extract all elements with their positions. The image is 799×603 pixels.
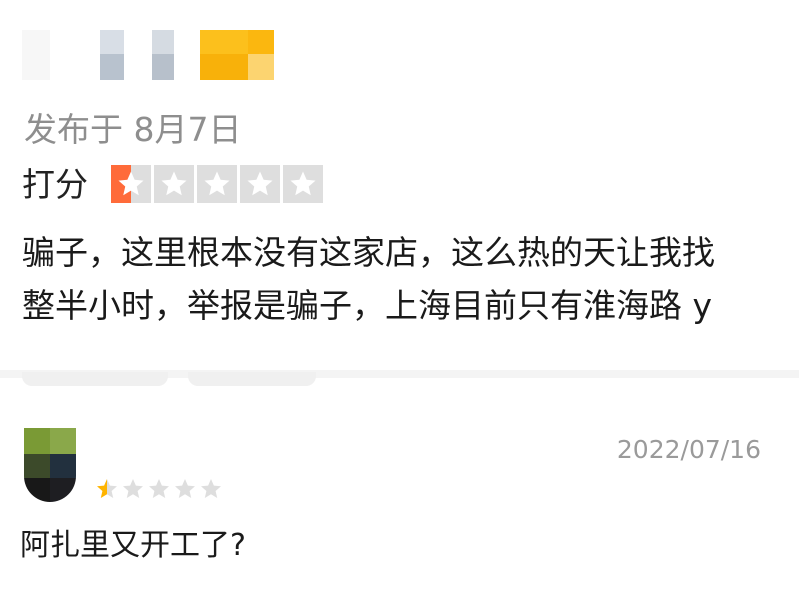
review-published-date: 发布于 8月7日 [24,110,242,149]
star-icon [283,165,323,203]
review-text: 阿扎里又开工了? [20,528,246,563]
star-icon [111,165,151,203]
star-icon [197,165,237,203]
review-text-line: 骗子，这里根本没有这家店，这么热的天让我找 [22,233,715,272]
review-text-line: 整半小时，举报是骗子，上海目前只有淮海路 y [22,286,713,325]
blurred-username [22,30,282,82]
review-date: 2022/07/16 [616,435,761,464]
rating-label: 打分 [22,165,88,204]
review-card-1: 发布于 8月7日 打分 骗子，这里根本没有这家店，这么热的天让我找 整半小时，举… [0,0,799,370]
star-icon [240,165,280,203]
star-icon [149,479,169,498]
rating-stars [95,477,223,501]
review-text: 骗子，这里根本没有这家店，这么热的天让我找 整半小时，举报是骗子，上海目前只有淮… [22,226,799,332]
action-pill[interactable] [22,372,168,386]
star-icon [175,479,195,498]
rating-stars [111,165,323,203]
avatar[interactable] [24,428,76,502]
action-pill[interactable] [188,372,316,386]
star-icon [97,479,117,498]
star-icon [123,479,143,498]
star-icon [201,479,221,498]
star-icon [154,165,194,203]
